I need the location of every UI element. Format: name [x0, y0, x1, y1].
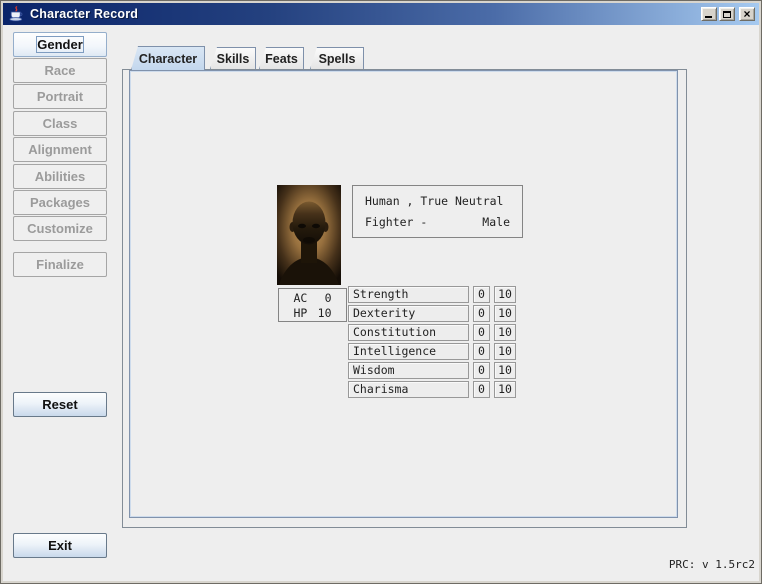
- ability-score: 10: [494, 381, 516, 398]
- button-label: Packages: [30, 195, 90, 210]
- sidebar-button-alignment[interactable]: Alignment: [13, 137, 107, 162]
- tab-skills[interactable]: Skills: [210, 47, 256, 69]
- class-text: Fighter -: [365, 215, 427, 229]
- race-alignment-text: Human , True Neutral: [365, 194, 510, 208]
- ability-score: 10: [494, 324, 516, 341]
- character-summary-box: Human , True Neutral Fighter - Male: [352, 185, 523, 238]
- tab-label: Character: [139, 52, 197, 66]
- tab-label: Feats: [265, 52, 298, 66]
- hp-row: HP 10: [294, 306, 332, 320]
- minimize-button[interactable]: [701, 7, 717, 21]
- title-bar[interactable]: Character Record ×: [3, 3, 759, 25]
- button-label: Race: [44, 63, 75, 78]
- button-label: Gender: [37, 37, 83, 52]
- tab-label: Skills: [217, 52, 250, 66]
- version-label: PRC: v 1.5rc2: [669, 558, 755, 571]
- tab-character[interactable]: Character: [131, 46, 205, 70]
- close-button[interactable]: ×: [739, 7, 755, 21]
- sidebar-button-class[interactable]: Class: [13, 111, 107, 136]
- ability-name: Intelligence: [348, 343, 469, 360]
- sidebar-button-gender[interactable]: Gender: [13, 32, 107, 57]
- java-coffee-cup-icon: [8, 6, 24, 22]
- character-record-window: Character Record × Gender Race Portrait …: [0, 0, 762, 584]
- ability-mod: 0: [473, 286, 490, 303]
- tab-label: Spells: [319, 52, 356, 66]
- ability-mod: 0: [473, 305, 490, 322]
- sidebar-button-customize[interactable]: Customize: [13, 216, 107, 241]
- button-label: Reset: [42, 397, 77, 412]
- sidebar-button-finalize[interactable]: Finalize: [13, 252, 107, 277]
- combat-stats-box: AC 0 HP 10: [278, 288, 347, 322]
- hp-value: 10: [318, 306, 332, 320]
- ability-name: Constitution: [348, 324, 469, 341]
- sidebar-button-abilities[interactable]: Abilities: [13, 164, 107, 189]
- close-icon: ×: [743, 9, 750, 19]
- reset-button[interactable]: Reset: [13, 392, 107, 417]
- tab-feats[interactable]: Feats: [259, 47, 304, 69]
- button-label: Customize: [27, 221, 93, 236]
- ability-name: Charisma: [348, 381, 469, 398]
- button-label: Abilities: [35, 169, 86, 184]
- button-label: Exit: [48, 538, 72, 553]
- ability-name: Wisdom: [348, 362, 469, 379]
- ability-score: 10: [494, 286, 516, 303]
- window-title: Character Record: [30, 7, 138, 21]
- tab-spells[interactable]: Spells: [310, 47, 364, 69]
- ability-mod: 0: [473, 362, 490, 379]
- sidebar-button-packages[interactable]: Packages: [13, 190, 107, 215]
- maximize-button[interactable]: [719, 7, 735, 21]
- ac-row: AC 0: [294, 291, 332, 305]
- ability-mod: 0: [473, 324, 490, 341]
- ability-score: 10: [494, 343, 516, 360]
- exit-button[interactable]: Exit: [13, 533, 107, 558]
- button-label: Class: [43, 116, 78, 131]
- ability-score: 10: [494, 305, 516, 322]
- ability-score: 10: [494, 362, 516, 379]
- window-controls: ×: [701, 7, 755, 21]
- button-label: Finalize: [36, 257, 84, 272]
- ability-mod: 0: [473, 381, 490, 398]
- ability-mod: 0: [473, 343, 490, 360]
- ac-value: 0: [325, 291, 332, 305]
- character-portrait: [277, 185, 341, 285]
- gender-text: Male: [482, 215, 510, 229]
- button-label: Alignment: [28, 142, 92, 157]
- ability-name: Strength: [348, 286, 469, 303]
- minimize-icon: [705, 16, 712, 18]
- hp-label: HP: [294, 306, 308, 320]
- ability-name: Dexterity: [348, 305, 469, 322]
- button-label: Portrait: [37, 89, 83, 104]
- sidebar-button-race[interactable]: Race: [13, 58, 107, 83]
- maximize-icon: [723, 11, 731, 18]
- sidebar-button-portrait[interactable]: Portrait: [13, 84, 107, 109]
- ac-label: AC: [294, 291, 308, 305]
